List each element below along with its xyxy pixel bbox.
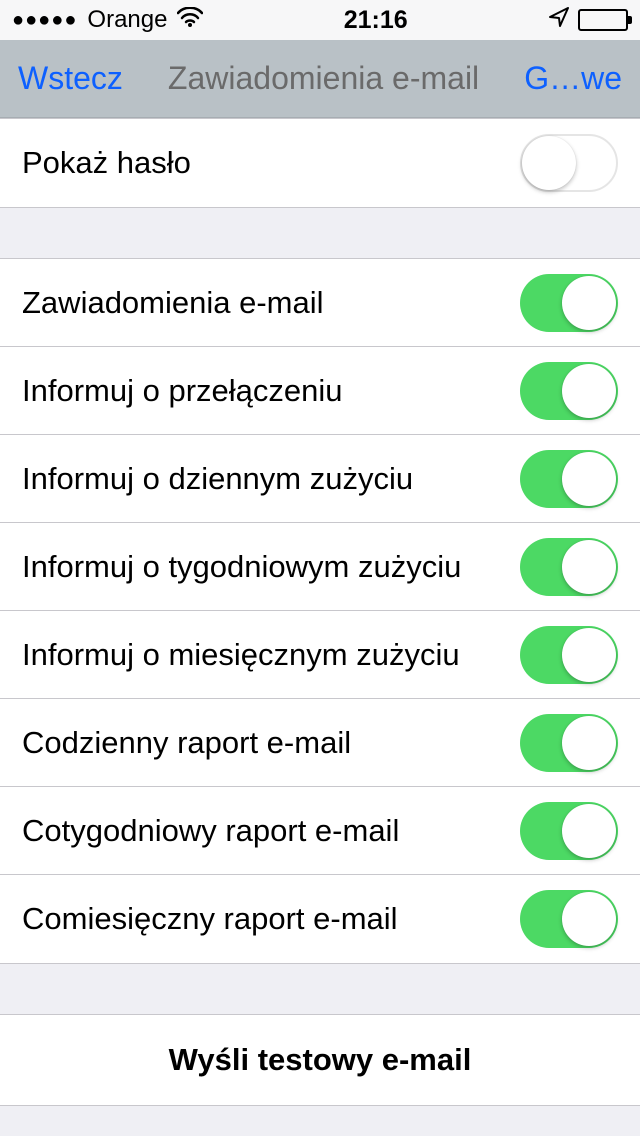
cell-notification-2: Informuj o dziennym zużyciu	[0, 435, 640, 523]
nav-right-button[interactable]: G…we	[524, 60, 622, 97]
cell-notification-5: Codzienny raport e-mail	[0, 699, 640, 787]
notification-label: Informuj o dziennym zużyciu	[22, 461, 413, 497]
notification-label: Cotygodniowy raport e-mail	[22, 813, 399, 849]
notification-toggle-5[interactable]	[520, 714, 618, 772]
cell-notification-7: Comiesięczny raport e-mail	[0, 875, 640, 963]
wifi-icon	[177, 6, 203, 34]
cell-notification-4: Informuj o miesięcznym zużyciu	[0, 611, 640, 699]
battery-icon	[578, 9, 628, 31]
cell-notification-1: Informuj o przełączeniu	[0, 347, 640, 435]
group-show-password: Pokaż hasło	[0, 118, 640, 208]
notification-toggle-6[interactable]	[520, 802, 618, 860]
notification-label: Informuj o tygodniowym zużyciu	[22, 549, 461, 585]
send-test-email-label: Wyśli testowy e-mail	[169, 1042, 472, 1078]
notification-toggle-1[interactable]	[520, 362, 618, 420]
status-time: 21:16	[344, 6, 408, 35]
notification-label: Comiesięczny raport e-mail	[22, 901, 398, 937]
nav-bar: Wstecz Zawiadomienia e-mail G…we	[0, 40, 640, 118]
notification-toggle-3[interactable]	[520, 538, 618, 596]
notification-label: Codzienny raport e-mail	[22, 725, 351, 761]
group-send-test: Wyśli testowy e-mail	[0, 1014, 640, 1106]
cell-notification-0: Zawiadomienia e-mail	[0, 259, 640, 347]
cell-show-password: Pokaż hasło	[0, 119, 640, 207]
back-button[interactable]: Wstecz	[18, 60, 123, 97]
show-password-toggle[interactable]	[520, 134, 618, 192]
status-left: ●●●●● Orange	[12, 6, 203, 34]
status-bar: ●●●●● Orange 21:16	[0, 0, 640, 40]
page-title: Zawiadomienia e-mail	[123, 60, 524, 97]
signal-dots-icon: ●●●●●	[12, 9, 77, 32]
send-test-email-button[interactable]: Wyśli testowy e-mail	[0, 1015, 640, 1105]
show-password-label: Pokaż hasło	[22, 145, 191, 181]
notification-toggle-2[interactable]	[520, 450, 618, 508]
notification-toggle-4[interactable]	[520, 626, 618, 684]
spacer	[0, 208, 640, 258]
group-notifications: Zawiadomienia e-mail Informuj o przełącze…	[0, 258, 640, 964]
notification-label: Informuj o miesięcznym zużyciu	[22, 637, 460, 673]
notification-toggle-0[interactable]	[520, 274, 618, 332]
status-right	[548, 6, 628, 35]
cell-notification-6: Cotygodniowy raport e-mail	[0, 787, 640, 875]
cell-notification-3: Informuj o tygodniowym zużyciu	[0, 523, 640, 611]
carrier-label: Orange	[87, 6, 167, 34]
location-icon	[548, 6, 570, 35]
notification-label: Zawiadomienia e-mail	[22, 285, 324, 321]
notification-label: Informuj o przełączeniu	[22, 373, 343, 409]
spacer	[0, 964, 640, 1014]
notification-toggle-7[interactable]	[520, 890, 618, 948]
